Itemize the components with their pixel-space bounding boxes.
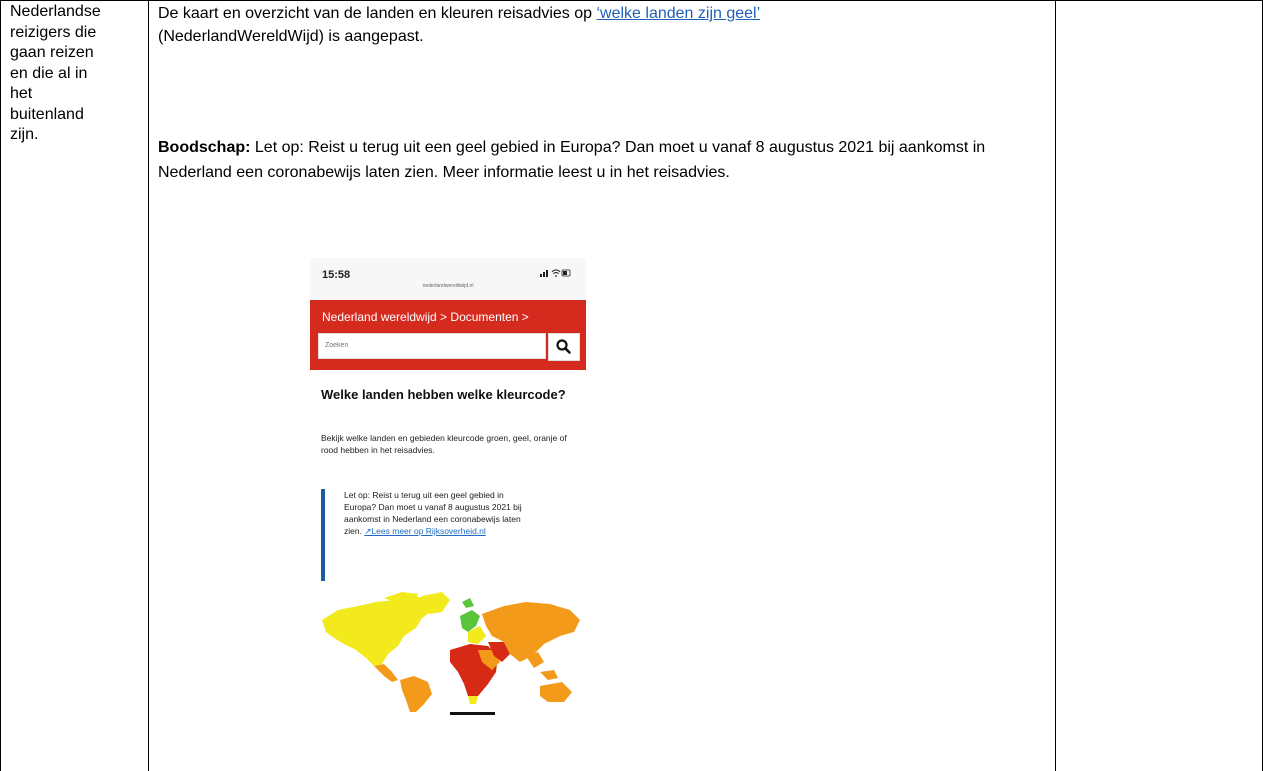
message-paragraph: Boodschap: Let op: Reist u terug uit een… <box>158 135 1048 185</box>
site-header: Nederland wereldwijd > Documenten > <box>310 300 586 370</box>
welke-landen-link[interactable]: ‘welke landen zijn geel’ <box>596 5 760 22</box>
audience-line: het <box>10 85 33 102</box>
address-bar-url[interactable]: nederlandwereldwijd.nl <box>310 283 586 289</box>
audience-line: buitenland <box>10 105 84 123</box>
audience-line: reizigers die <box>10 23 97 41</box>
audience-line: gaan reizen <box>10 44 94 61</box>
phone-status-bar: 15:58 nederlandwereldwijd.nl <box>310 258 586 300</box>
page-title: Welke landen hebben welke kleurcode? <box>321 387 566 402</box>
intro-text: De kaart en overzicht van de landen en k… <box>158 5 597 22</box>
table-column-divider <box>148 0 149 771</box>
rijksoverheid-link[interactable]: ↗Lees meer op Rijksoverheid.nl <box>364 526 485 536</box>
table-column-divider <box>1055 0 1056 771</box>
document-table <box>0 0 1263 771</box>
search-input[interactable] <box>319 334 531 357</box>
intro-text-continued: (NederlandWereldWijd) is aangepast. <box>158 28 424 45</box>
page-intro: Bekijk welke landen en gebieden kleurcod… <box>321 433 567 455</box>
notice-text: Let op: Reist u terug uit een geel gebie… <box>344 489 534 537</box>
world-map-color-codes <box>322 592 580 712</box>
content-cell: De kaart en overzicht van de landen en k… <box>158 2 1048 48</box>
phone-home-indicator <box>450 712 495 715</box>
search-button[interactable] <box>548 333 580 361</box>
audience-line: Nederlandse <box>10 3 101 20</box>
table-top-border <box>0 0 1263 1</box>
audience-line: en die al in <box>10 64 88 82</box>
search-box <box>318 333 546 359</box>
search-icon <box>556 339 571 354</box>
message-label: Boodschap: <box>158 139 251 156</box>
notice-bar <box>321 489 325 581</box>
status-icons <box>540 269 571 277</box>
audience-line: zijn. <box>10 126 39 143</box>
audience-cell: Nederlandse reizigers die gaan reizen en… <box>10 2 138 146</box>
phone-time: 15:58 <box>322 269 351 281</box>
intro-paragraph: De kaart en overzicht van de landen en k… <box>158 2 1048 48</box>
message-text: Let op: Reist u terug uit een geel gebie… <box>158 139 986 181</box>
table-border-left <box>0 0 1 771</box>
breadcrumb[interactable]: Nederland wereldwijd > Documenten > <box>322 310 529 324</box>
phone-screenshot: 15:58 nederlandwereldwijd.nl Nederland w… <box>310 258 586 724</box>
signal-wifi-battery-icon <box>540 268 572 281</box>
